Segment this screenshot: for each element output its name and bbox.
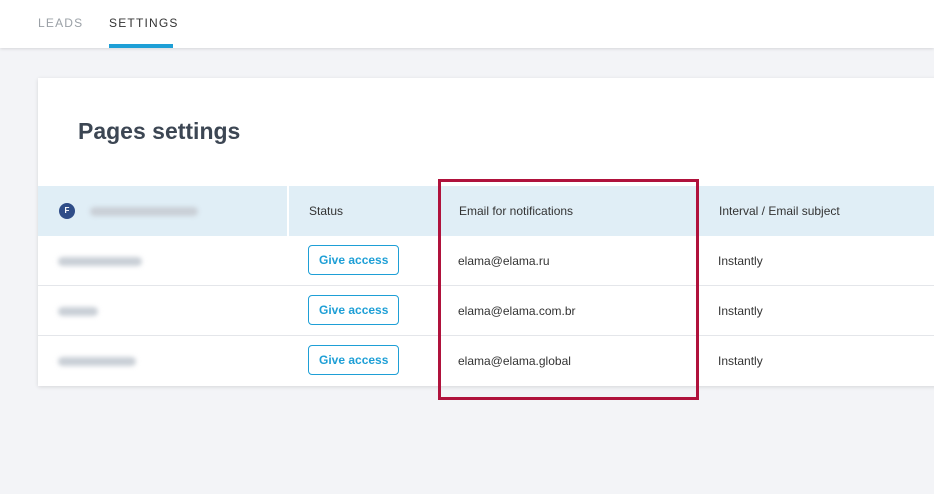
give-access-button[interactable]: Give access: [308, 295, 400, 325]
give-access-button[interactable]: Give access: [308, 345, 400, 375]
interval-value: Instantly: [718, 254, 763, 268]
give-access-button[interactable]: Give access: [308, 245, 400, 275]
blurred-page-name: [58, 257, 142, 266]
column-header-status: Status: [309, 204, 344, 218]
interval-value: Instantly: [718, 304, 763, 318]
page-title: Pages settings: [78, 118, 241, 144]
active-tab-indicator: [109, 44, 173, 48]
column-divider: [287, 186, 289, 236]
column-header-interval: Interval / Email subject: [719, 204, 840, 218]
facebook-icon: F: [59, 203, 75, 219]
top-nav-bar: LEADS SETTINGS: [0, 0, 934, 48]
tab-settings[interactable]: SETTINGS: [109, 16, 179, 30]
interval-value: Instantly: [718, 354, 763, 368]
blurred-page-name: [58, 357, 136, 366]
email-column-highlight: [438, 179, 699, 400]
blurred-account-name: [90, 207, 198, 216]
blurred-page-name: [58, 307, 98, 316]
tab-leads[interactable]: LEADS: [38, 16, 83, 30]
